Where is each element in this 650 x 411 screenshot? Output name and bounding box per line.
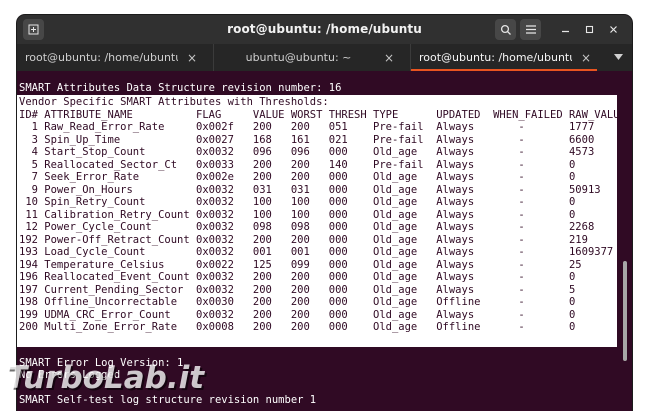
menu-button[interactable] xyxy=(520,19,541,40)
selected-text-block: Vendor Specific SMART Attributes with Th… xyxy=(17,95,626,347)
maximize-icon xyxy=(585,25,594,34)
tab-label: root@ubuntu: /home/ubuntu xyxy=(419,51,572,64)
table-row: 10 Spin_Retry_Count 0x0032 100 100 000 O… xyxy=(19,196,576,208)
table-row: 3 Spin_Up_Time 0x0027 168 161 021 Pre-fa… xyxy=(19,133,595,146)
table-row: 1 Raw_Read_Error_Rate 0x002f 200 200 051… xyxy=(19,121,595,133)
tab-list-dropdown[interactable] xyxy=(614,53,623,63)
tab-close-icon[interactable]: × xyxy=(187,51,197,65)
table-row: 12 Power_Cycle_Count 0x0032 098 098 000 … xyxy=(19,221,595,233)
minimize-button[interactable] xyxy=(556,20,575,39)
table-row: 199 UDMA_CRC_Error_Count 0x0032 200 200 … xyxy=(19,308,576,321)
table-row: 4 Start_Stop_Count 0x0032 096 096 000 Ol… xyxy=(19,146,595,158)
title-bar: root@ubuntu: /home/ubuntu xyxy=(17,15,632,44)
tab-1[interactable]: root@ubuntu: /home/ubuntu × xyxy=(17,44,212,71)
turbolab-watermark-logo: TurboLab.it TurboLab.it xyxy=(6,360,207,398)
search-button[interactable] xyxy=(495,19,516,40)
tab-3-active[interactable]: root@ubuntu: /home/ubuntu × xyxy=(410,44,597,71)
table-row: 193 Load_Cycle_Count 0x0032 001 001 000 … xyxy=(19,246,614,258)
hamburger-menu-icon xyxy=(525,25,536,34)
maximize-button[interactable] xyxy=(580,20,599,39)
search-icon xyxy=(500,24,511,35)
table-row: 196 Reallocated_Event_Count 0x0032 200 2… xyxy=(19,271,576,283)
tab-2[interactable]: ubuntu@ubuntu: ~ × xyxy=(213,44,409,71)
table-row: 11 Calibration_Retry_Count 0x0032 100 10… xyxy=(19,208,576,221)
svg-text:TurboLab.it: TurboLab.it xyxy=(6,360,205,396)
table-row: 197 Current_Pending_Sector 0x0032 200 20… xyxy=(19,283,576,296)
scrollbar[interactable] xyxy=(623,261,627,361)
terminal-line: SMART Attributes Data Structure revision… xyxy=(19,82,342,94)
table-row: 192 Power-Off_Retract_Count 0x0032 200 2… xyxy=(19,233,588,246)
table-row: 7 Seek_Error_Rate 0x002e 200 200 000 Old… xyxy=(19,171,576,183)
tab-close-icon[interactable]: × xyxy=(384,51,394,65)
table-row: 198 Offline_Uncorrectable 0x0030 200 200… xyxy=(19,296,576,308)
table-row: 194 Temperature_Celsius 0x0022 125 099 0… xyxy=(19,258,582,271)
tab-label: root@ubuntu: /home/ubuntu xyxy=(25,51,178,64)
tab-label: ubuntu@ubuntu: ~ xyxy=(245,51,352,64)
table-row: 200 Multi_Zone_Error_Rate 0x0008 200 200… xyxy=(19,321,576,333)
terminal-window: root@ubuntu: /home/ubuntu root@ubuntu: /… xyxy=(17,15,632,411)
tab-close-icon[interactable]: × xyxy=(581,51,591,65)
close-icon xyxy=(610,26,617,33)
minimize-icon xyxy=(562,30,569,33)
terminal-line: Vendor Specific SMART Attributes with Th… xyxy=(19,96,329,108)
chevron-down-icon xyxy=(614,54,623,60)
table-row: 9 Power_On_Hours 0x0032 031 031 000 Old_… xyxy=(19,183,601,196)
table-row: 5 Reallocated_Sector_Ct 0x0033 200 200 1… xyxy=(19,158,576,171)
close-window-button[interactable] xyxy=(604,20,623,39)
tab-bar: root@ubuntu: /home/ubuntu × ubuntu@ubunt… xyxy=(17,44,632,71)
table-header: ID# ATTRIBUTE_NAME FLAG VALUE WORST THRE… xyxy=(19,108,626,121)
